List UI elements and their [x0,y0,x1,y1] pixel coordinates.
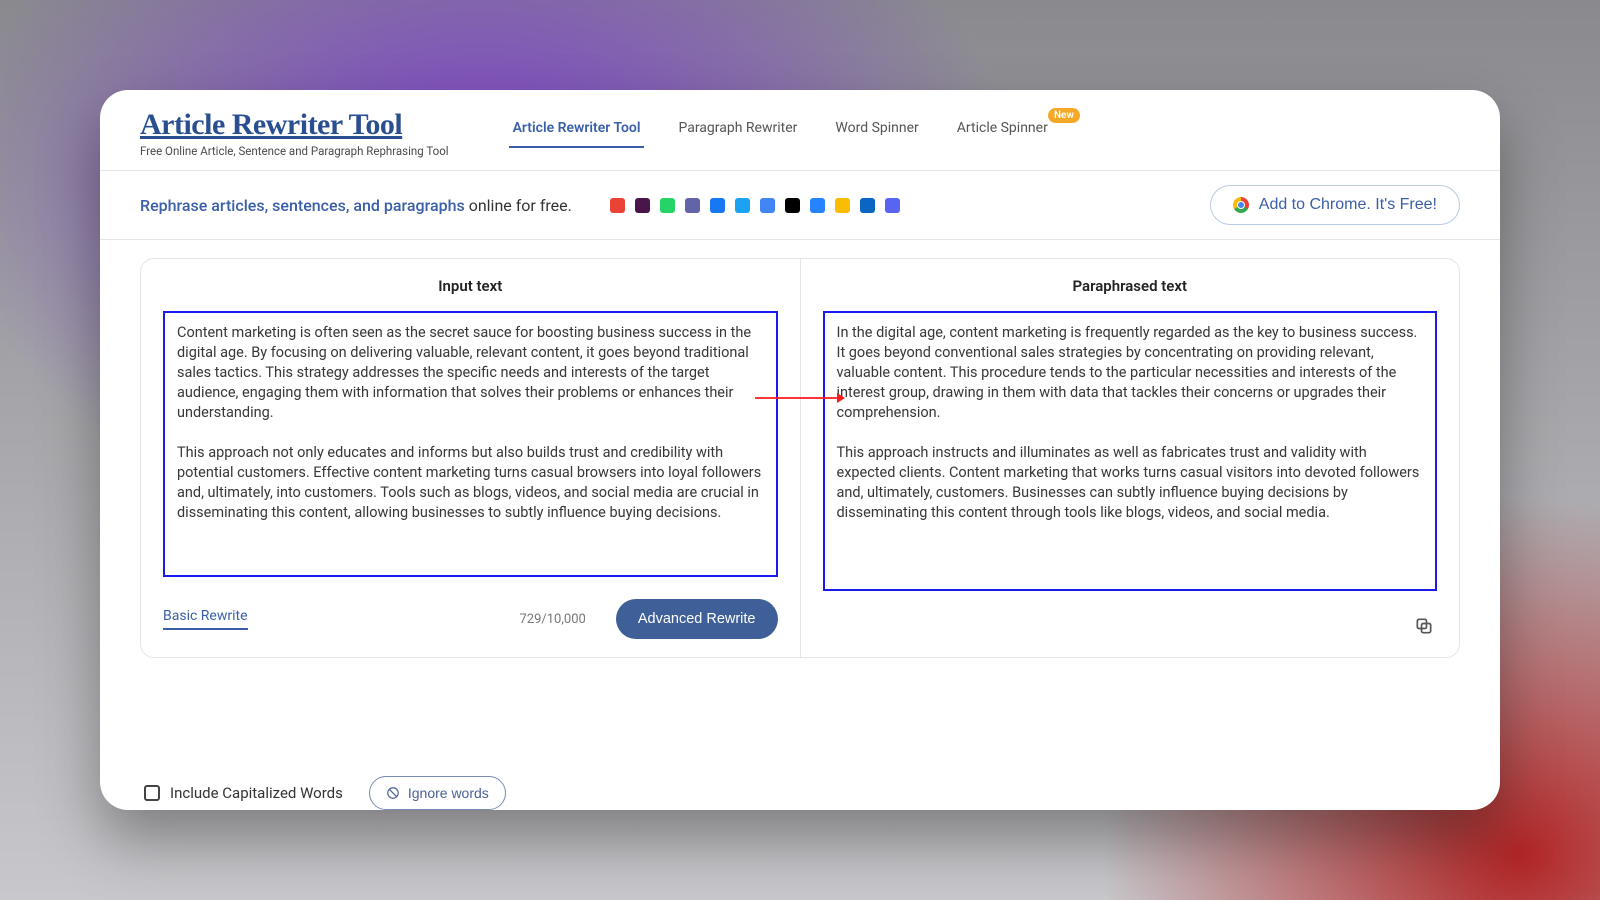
nav-article-rewriter[interactable]: Article Rewriter Tool [509,110,645,148]
options-row: Include Capitalized Words Ignore words [100,760,1500,810]
tagline-rest: online for free. [465,196,572,215]
notion-icon [785,198,800,213]
chrome-btn-label: Add to Chrome. It's Free! [1259,196,1437,214]
app-icons [610,198,900,213]
linkedin-icon [860,198,875,213]
subbar: Rephrase articles, sentences, and paragr… [100,170,1500,240]
panels-wrap: Input text Content marketing is often se… [100,240,1500,760]
advanced-rewrite-button[interactable]: Advanced Rewrite [616,599,778,639]
input-footer: Basic Rewrite 729/10,000 Advanced Rewrit… [163,587,778,639]
app-card: Article Rewriter Tool Free Online Articl… [100,90,1500,810]
nav-article-spinner-label: Article Spinner [957,120,1048,136]
chrome-icon [1233,197,1249,213]
include-capitalized-checkbox[interactable]: Include Capitalized Words [144,784,343,802]
panels: Input text Content marketing is often se… [140,258,1460,658]
brand: Article Rewriter Tool Free Online Articl… [140,108,449,158]
ignore-words-button[interactable]: Ignore words [369,776,506,810]
copy-button[interactable] [1411,613,1437,639]
confluence-icon [810,198,825,213]
header: Article Rewriter Tool Free Online Articl… [100,90,1500,158]
nav-word-spinner[interactable]: Word Spinner [831,110,922,148]
input-panel: Input text Content marketing is often se… [141,259,800,657]
output-title: Paraphrased text [823,273,1438,301]
slack-icon [635,198,650,213]
brand-title[interactable]: Article Rewriter Tool [140,108,449,142]
keep-icon [835,198,850,213]
ignore-words-label: Ignore words [408,785,489,801]
nav-paragraph-rewriter[interactable]: Paragraph Rewriter [674,110,801,148]
discord-icon [885,198,900,213]
output-footer [823,601,1438,639]
whatsapp-icon [660,198,675,213]
new-badge: New [1048,108,1080,123]
teams-icon [685,198,700,213]
include-capitalized-label: Include Capitalized Words [170,784,343,802]
tagline-highlight: Rephrase articles, sentences, and paragr… [140,196,465,215]
nav-article-spinner[interactable]: Article Spinner New [953,110,1052,148]
input-title: Input text [163,273,778,301]
ban-icon [386,786,400,800]
add-to-chrome-button[interactable]: Add to Chrome. It's Free! [1210,185,1460,225]
nav: Article Rewriter Tool Paragraph Rewriter… [509,110,1052,158]
copy-icon [1414,616,1434,636]
output-textarea[interactable]: In the digital age, content marketing is… [823,311,1438,591]
input-textarea[interactable]: Content marketing is often seen as the s… [163,311,778,577]
brand-subtitle: Free Online Article, Sentence and Paragr… [140,144,449,158]
gmail-icon [610,198,625,213]
output-panel: Paraphrased text In the digital age, con… [800,259,1460,657]
basic-rewrite-mode[interactable]: Basic Rewrite [163,608,248,630]
docs-icon [760,198,775,213]
checkbox-icon [144,785,160,801]
facebook-icon [710,198,725,213]
char-counter: 729/10,000 [519,612,585,627]
tagline: Rephrase articles, sentences, and paragr… [140,196,572,215]
twitter-icon [735,198,750,213]
